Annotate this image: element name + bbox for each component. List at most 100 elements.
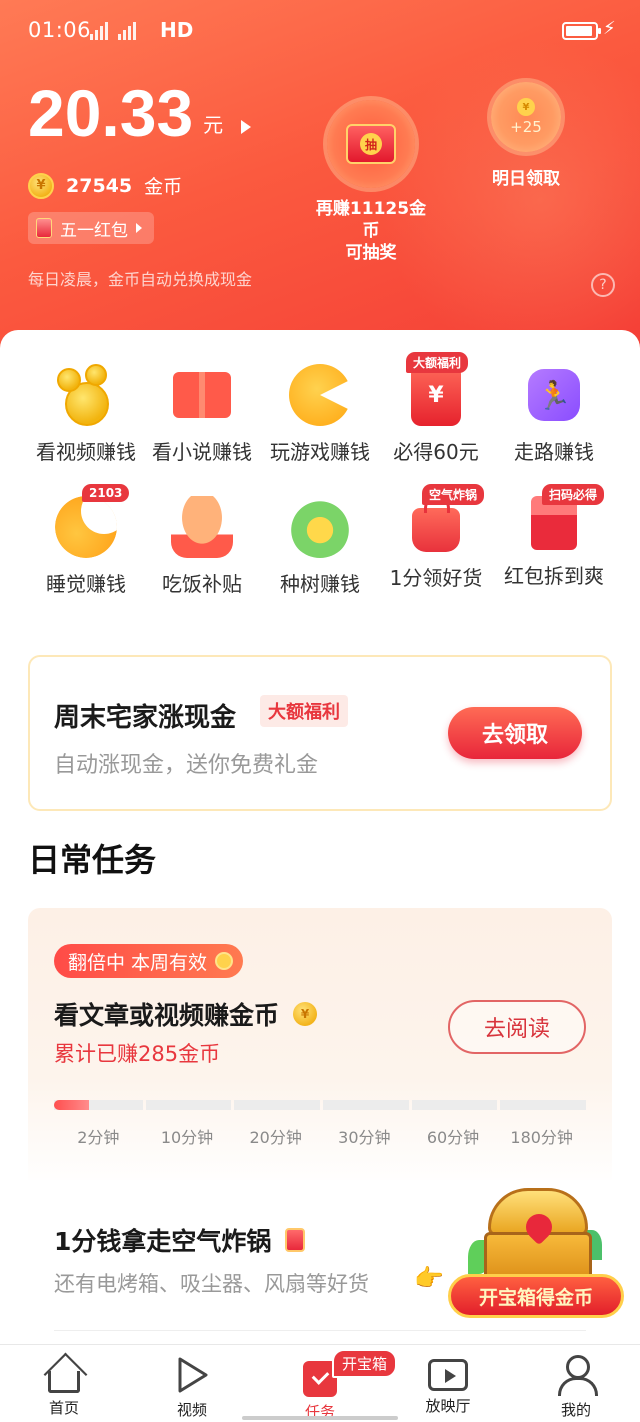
tab-label: 我的: [560, 1401, 591, 1419]
claim-button[interactable]: 去领取: [448, 707, 582, 759]
red-envelope-icon: [36, 218, 52, 238]
grid-item-video[interactable]: 看视频赚钱: [22, 364, 150, 465]
grid-item-walk[interactable]: 🏃 走路赚钱: [490, 364, 618, 465]
tab-home[interactable]: 首页: [14, 1355, 114, 1418]
lottery-widget[interactable]: 抽 再赚11125金币 可抽奖: [310, 100, 432, 264]
task-title: 1分钱拿走空气炸锅: [54, 1222, 306, 1258]
grid-item-label: 种树赚钱: [280, 572, 360, 596]
reading-progress-bar: [54, 1100, 586, 1110]
grid-item-label: 看视频赚钱: [36, 440, 136, 464]
milestone-label: 2分钟: [77, 1128, 120, 1147]
cinema-icon: [428, 1359, 468, 1391]
profile-icon: [555, 1355, 598, 1396]
grid-item-sleep[interactable]: 2103 睡觉赚钱: [22, 484, 150, 597]
tomorrow-reward-widget[interactable]: ¥ +25 明日领取: [486, 82, 566, 189]
grid-item-label: 1分领好货: [389, 566, 483, 590]
grid-item-label: 走路赚钱: [514, 440, 594, 464]
tomorrow-reward-amount: +25: [510, 118, 542, 136]
network-type: HD: [160, 18, 194, 42]
task-earned: 累计已赚285金币: [54, 1042, 221, 1066]
tab-label: 视频: [176, 1401, 207, 1419]
home-indicator: [242, 1416, 398, 1420]
milestone-label: 20分钟: [249, 1128, 302, 1147]
promo-title: 周末宅家涨现金: [54, 703, 237, 733]
lottery-line1: 再赚11125金币: [315, 199, 427, 241]
grid-item-one-cent[interactable]: 空气炸锅 1分领好货: [372, 484, 500, 591]
grid-item-label: 红包拆到爽: [504, 564, 604, 588]
grid-item-label: 看小说赚钱: [152, 440, 252, 464]
lottery-line2: 可抽奖: [345, 243, 397, 263]
roast-chicken-icon: [171, 496, 233, 558]
task-subtitle: 还有电烤箱、吸尘器、风扇等好货: [54, 1272, 369, 1296]
weekend-promo-card[interactable]: 周末宅家涨现金 大额福利 自动涨现金，送你免费礼金 去领取: [28, 655, 612, 811]
grid-item-tree[interactable]: 种树赚钱: [256, 496, 384, 597]
book-icon: [173, 372, 231, 418]
coin-count: 27545: [66, 174, 133, 197]
progress-segment: [500, 1100, 586, 1110]
grid-item-label: 睡觉赚钱: [46, 572, 126, 596]
tree-icon: [289, 496, 351, 558]
grid-badge: 空气炸锅: [422, 484, 485, 505]
coin-icon: ¥: [293, 1002, 318, 1026]
grid-badge: 大额福利: [406, 352, 469, 373]
shopping-bag-icon: [412, 496, 460, 552]
gold-coins-icon: [55, 364, 117, 426]
read-button[interactable]: 去阅读: [448, 1000, 586, 1054]
tab-cinema[interactable]: 放映厅: [398, 1355, 498, 1416]
signal-icon: [90, 22, 136, 40]
grid-item-label: 必得60元: [393, 440, 479, 464]
red-envelope-icon: ¥: [411, 364, 461, 426]
pointing-hand-icon: 👉: [414, 1264, 444, 1292]
play-icon: [171, 1355, 213, 1395]
tab-profile[interactable]: 我的: [526, 1355, 626, 1420]
exchange-hint: 每日凌晨，金币自动兑换成现金: [28, 270, 253, 289]
coin-icon: ¥: [517, 98, 535, 116]
status-time: 01:06: [28, 18, 92, 42]
milestone-label: 30分钟: [338, 1128, 391, 1147]
holiday-red-packet-pill[interactable]: 五一红包: [28, 212, 154, 244]
moon-icon: [55, 496, 117, 558]
balance-unit: 元: [203, 113, 224, 137]
status-bar: 01:06 HD ⚡: [0, 0, 640, 64]
grid-item-open-envelope[interactable]: 扫码必得 红包拆到爽: [490, 484, 618, 589]
grid-item-sixty-yuan[interactable]: ¥ 大额福利 必得60元: [372, 352, 500, 465]
grid-item-label: 玩游戏赚钱: [270, 440, 370, 464]
coin-balance[interactable]: ¥ 27545 金币: [28, 172, 182, 199]
progress-segment: [234, 1100, 320, 1110]
task-title: 看文章或视频赚金币 ¥: [54, 996, 318, 1032]
coin-icon: ¥: [28, 172, 54, 199]
airfryer-task-card[interactable]: 1分钱拿走空气炸锅 还有电烤箱、吸尘器、风扇等好货 👉 开宝箱得金币: [28, 1180, 624, 1350]
help-icon[interactable]: ?: [591, 273, 615, 297]
cash-balance[interactable]: 20.33 元: [28, 76, 252, 150]
grid-item-meal[interactable]: 吃饭补贴: [138, 496, 266, 597]
divider: [54, 1330, 586, 1331]
lottery-box-icon: 抽: [346, 124, 396, 164]
red-envelope-icon: [285, 1228, 306, 1252]
promo-subtitle: 自动涨现金，送你免费礼金: [54, 753, 319, 778]
grid-item-novel[interactable]: 看小说赚钱: [138, 364, 266, 465]
treasure-bubble: 开宝箱: [332, 1349, 398, 1378]
battery-icon: [562, 22, 601, 40]
milestone-label: 180分钟: [510, 1128, 573, 1147]
bottom-tab-bar: 首页 视频 开宝箱 任务 放映厅 我的: [0, 1344, 640, 1422]
balance-amount: 20.33: [28, 76, 194, 150]
pill-label: 五一红包: [60, 220, 128, 241]
double-badge: 翻倍中 本周有效: [54, 944, 244, 978]
lottery-ring: 抽: [327, 100, 415, 188]
tab-video[interactable]: 视频: [142, 1355, 242, 1420]
chevron-right-icon: [241, 120, 252, 134]
home-icon: [48, 1371, 80, 1393]
chevron-right-icon: [136, 223, 142, 233]
tab-label: 放映厅: [425, 1397, 471, 1415]
walking-icon: 🏃: [528, 369, 580, 421]
reading-task-card: 翻倍中 本周有效 看文章或视频赚金币 ¥ 累计已赚285金币 去阅读 2分钟 10…: [28, 908, 612, 1188]
tomorrow-label: 明日领取: [492, 169, 560, 189]
grid-badge: 扫码必得: [542, 484, 605, 505]
grid-item-game[interactable]: 玩游戏赚钱: [256, 364, 384, 465]
promo-tag: 大额福利: [260, 695, 348, 727]
open-chest-button[interactable]: 开宝箱得金币: [448, 1274, 624, 1318]
grid-badge: 2103: [82, 484, 130, 502]
header-banner: 01:06 HD ⚡ 20.33 元 ¥ 27545 金币 五一红包 每日凌晨，…: [0, 0, 640, 360]
section-title: 日常任务: [28, 841, 157, 879]
tab-task[interactable]: 开宝箱 任务: [270, 1349, 398, 1422]
